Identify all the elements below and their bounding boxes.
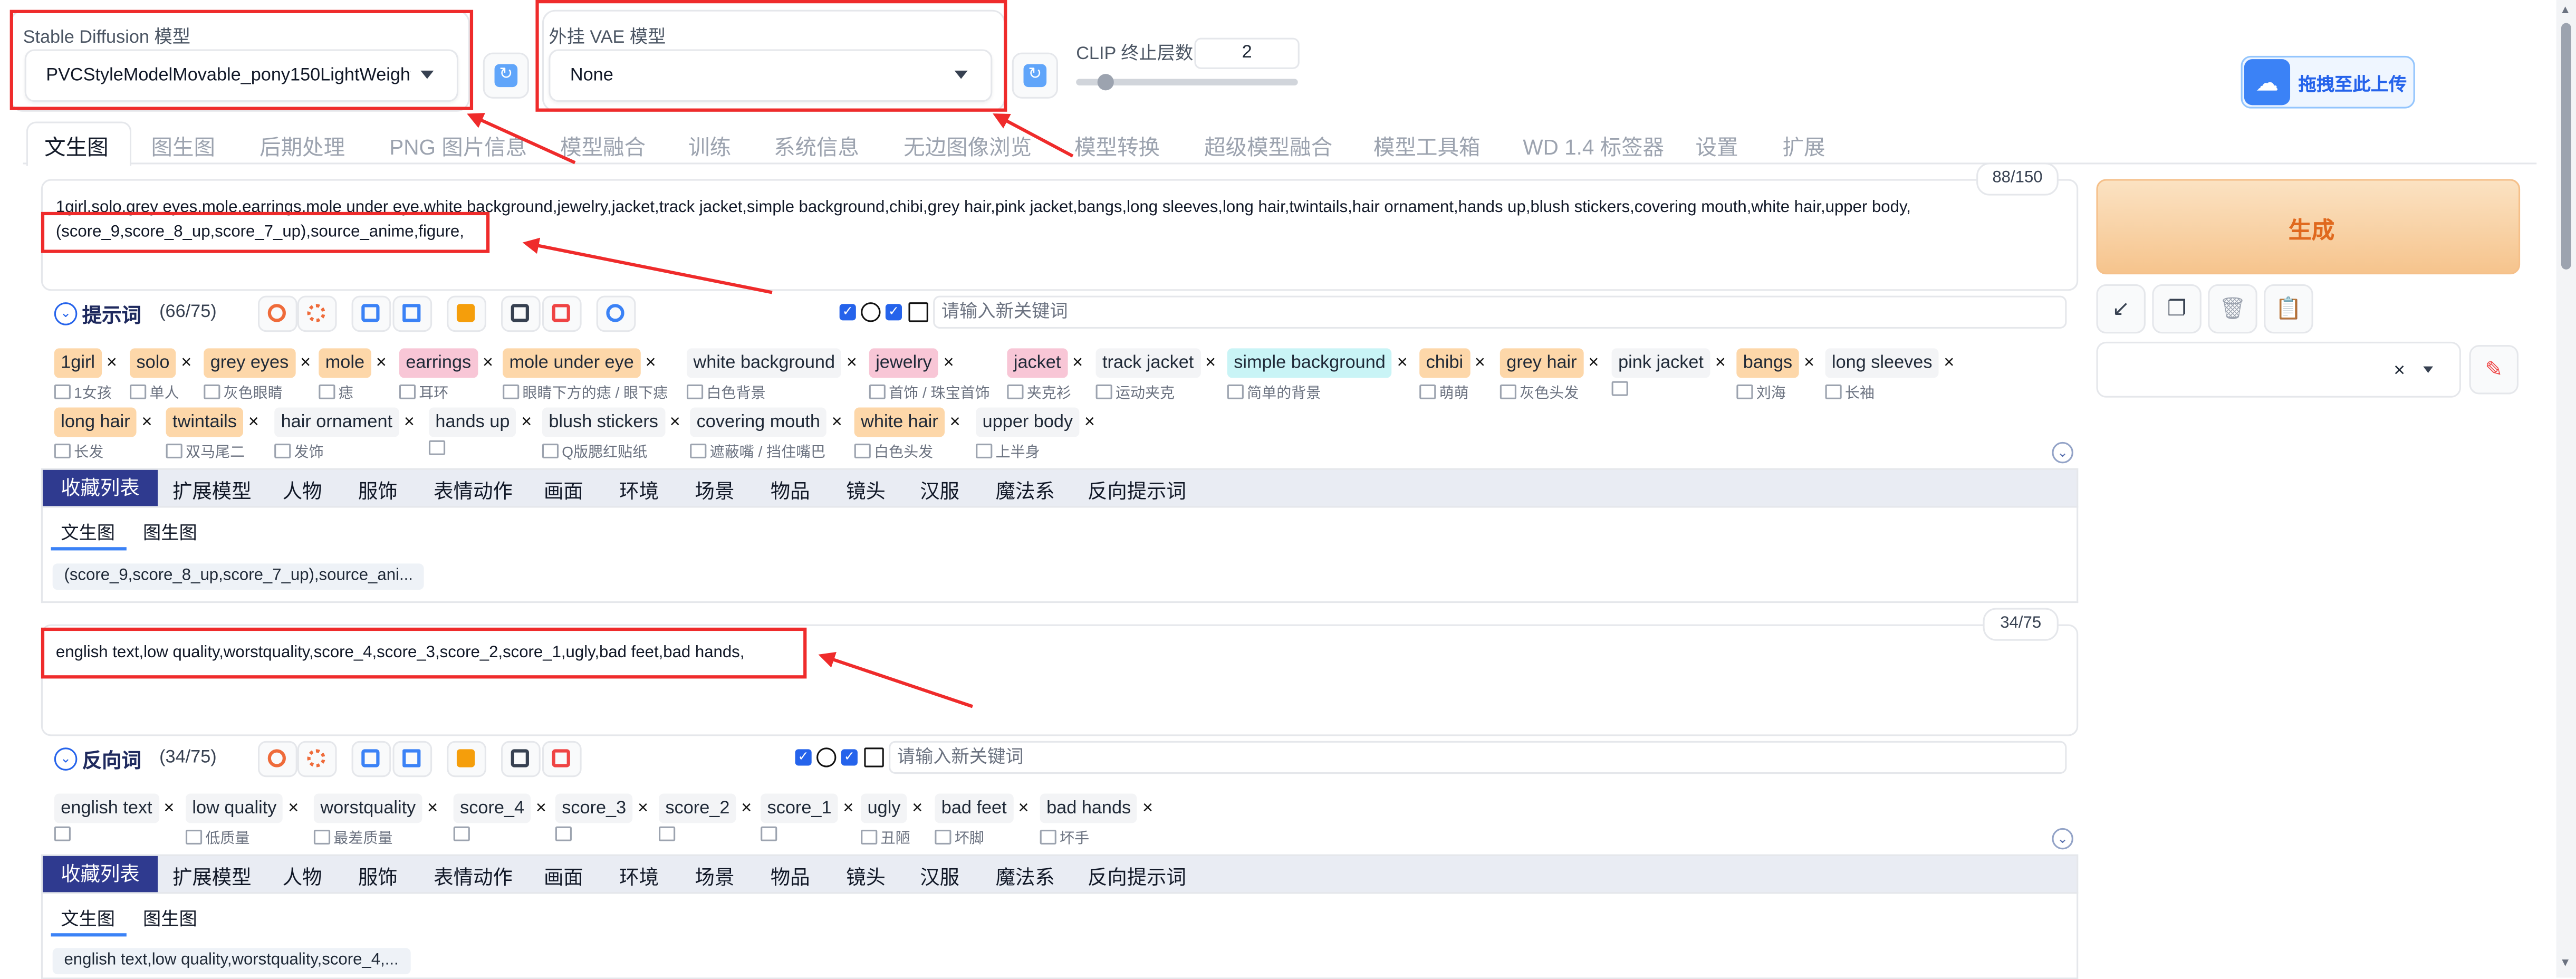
- arrow-to-negative: [818, 652, 973, 708]
- annotation-arrows: [467, 113, 1074, 708]
- arrow-to-prompt: [522, 237, 773, 294]
- arrow-to-vae: [993, 113, 1074, 158]
- arrow-to-sd-model: [467, 113, 576, 165]
